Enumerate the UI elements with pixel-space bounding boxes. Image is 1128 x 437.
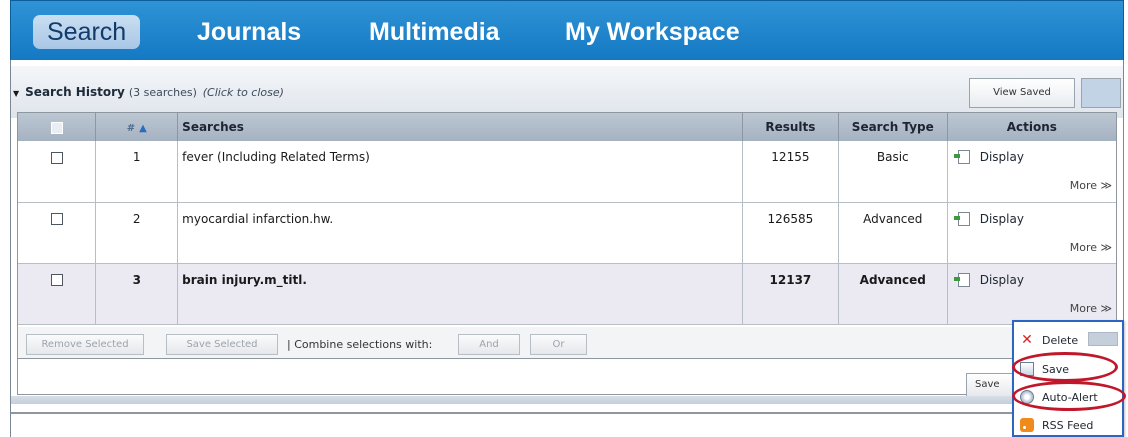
search-history-toggle[interactable]: ▼ Search History (3 searches) (Click to cl…	[13, 85, 284, 99]
results-header: Results	[742, 113, 839, 141]
menu-item-label: RSS Feed	[1042, 418, 1094, 432]
result-count: 126585	[742, 202, 839, 264]
actions-header: Actions	[947, 113, 1116, 141]
view-saved-button[interactable]: View Saved	[969, 78, 1075, 108]
search-history-panel: ▼ Search History (3 searches) (Click to cl…	[10, 60, 1124, 437]
remove-selected-button[interactable]: Remove Selected	[26, 334, 144, 355]
save-selected-button[interactable]: Save Selected	[166, 334, 278, 355]
search-history-table: # ▲ Searches Results Search Type Actions …	[17, 112, 1117, 397]
delete-icon: ✕	[1021, 332, 1033, 348]
row-checkbox-cell	[18, 141, 97, 203]
save-icon	[1020, 362, 1034, 376]
display-document-icon	[953, 150, 970, 164]
menu-item-label: Delete	[1042, 333, 1079, 347]
menu-item-rss-feed[interactable]: RSS Feed	[1020, 413, 1120, 437]
combine-or-button[interactable]: Or	[530, 334, 587, 355]
more-link[interactable]: More ≫	[1070, 179, 1112, 192]
panel-footer-bar	[11, 396, 1123, 404]
tab-journals[interactable]: Journals	[197, 15, 301, 49]
menu-item-label: Save	[1042, 362, 1070, 376]
more-link[interactable]: More ≫	[1070, 241, 1112, 254]
divider	[11, 412, 1123, 414]
row-select-checkbox[interactable]	[50, 151, 63, 164]
search-query: fever (Including Related Terms)	[177, 141, 743, 203]
menu-item-auto-alert[interactable]: Auto-Alert	[1020, 385, 1120, 409]
row-actions: Display More ≫	[947, 141, 1116, 203]
table-row: 1 fever (Including Related Terms) 12155 …	[18, 141, 1116, 203]
search-type: Advanced	[838, 202, 948, 264]
display-document-icon	[953, 211, 970, 226]
tab-my-workspace[interactable]: My Workspace	[565, 15, 740, 49]
combine-selections-label: | Combine selections with:	[287, 338, 433, 351]
select-all-header	[18, 113, 97, 141]
search-type-header: Search Type	[838, 113, 948, 141]
table-row: 2 myocardial infarction.hw. 126585 Advan…	[18, 202, 1116, 264]
row-number: 2	[95, 202, 179, 264]
row-number: 3	[95, 263, 179, 325]
select-all-checkbox[interactable]	[50, 121, 63, 134]
rss-feed-icon	[1020, 418, 1034, 432]
selection-actions-bar: Remove Selected Save Selected | Combine …	[18, 327, 1116, 359]
display-label: Display	[979, 272, 1024, 287]
more-link[interactable]: More ≫	[1070, 302, 1112, 315]
row-actions: Display More ≫	[947, 202, 1116, 264]
display-link[interactable]: Display	[953, 272, 1024, 287]
search-history-title: Search History	[25, 85, 125, 99]
search-query: myocardial infarction.hw.	[177, 202, 743, 264]
display-label: Display	[979, 211, 1024, 226]
tab-multimedia[interactable]: Multimedia	[369, 15, 500, 49]
menu-item-delete[interactable]: ✕ Delete	[1020, 328, 1120, 352]
result-count: 12155	[742, 141, 839, 203]
display-document-icon	[953, 272, 970, 287]
display-label: Display	[979, 150, 1024, 164]
search-type: Advanced	[838, 263, 948, 325]
search-query: brain injury.m_titl.	[177, 263, 743, 325]
number-header-label: #	[126, 123, 136, 134]
menu-item-save[interactable]: Save	[1020, 357, 1120, 381]
more-actions-menu: ✕ Delete Save Auto-Alert RSS Feed	[1012, 320, 1124, 437]
table-header-row: # ▲ Searches Results Search Type Actions	[18, 113, 1116, 141]
combine-and-button[interactable]: And	[458, 334, 520, 355]
row-number: 1	[95, 141, 179, 203]
click-to-close-text: (Click to close)	[202, 86, 284, 99]
row-select-checkbox[interactable]	[50, 213, 63, 225]
auto-alert-icon	[1020, 390, 1034, 404]
search-type: Basic	[838, 141, 948, 203]
search-history-header: ▼ Search History (3 searches) (Click to cl…	[11, 66, 1123, 118]
menu-item-label: Auto-Alert	[1042, 390, 1098, 404]
sort-ascending-icon: ▲	[139, 123, 147, 134]
tab-search[interactable]: Search	[33, 15, 141, 49]
row-checkbox-cell	[18, 263, 97, 325]
row-select-checkbox[interactable]	[50, 274, 63, 286]
panel-toggle-box[interactable]	[1081, 78, 1121, 108]
table-row: 3 brain injury.m_titl. 12137 Advanced Di…	[18, 263, 1116, 325]
row-actions: Display More ≫	[947, 263, 1116, 325]
searches-header: Searches	[177, 113, 743, 141]
collapse-triangle-icon: ▼	[13, 89, 20, 98]
display-link[interactable]: Display	[953, 211, 1024, 226]
display-link[interactable]: Display	[953, 150, 1024, 164]
search-count: (3 searches)	[128, 86, 197, 99]
top-navigation-bar: Search Journals Multimedia My Workspace	[10, 0, 1124, 60]
row-checkbox-cell	[18, 202, 97, 264]
result-count: 12137	[742, 263, 839, 325]
number-sort-header[interactable]: # ▲	[95, 113, 179, 141]
